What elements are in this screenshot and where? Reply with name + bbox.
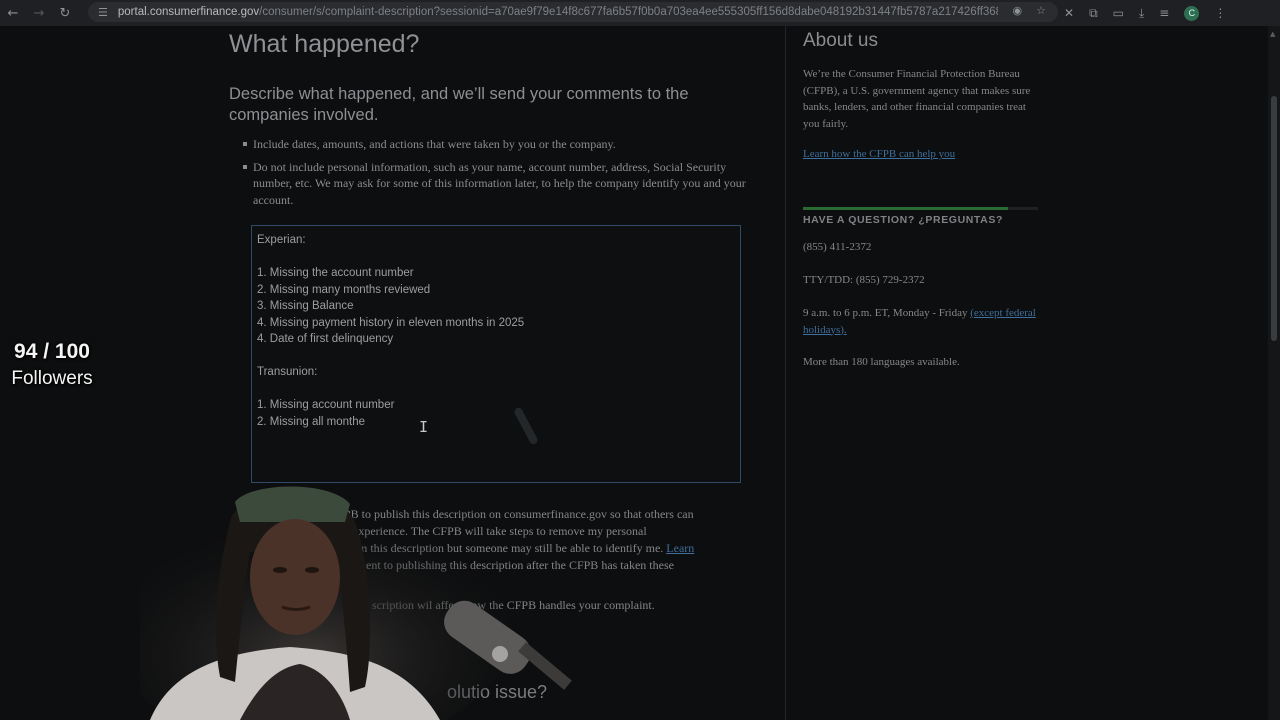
phone-number: (855) 411-2372 — [803, 241, 872, 253]
mic-arm-shape — [518, 642, 572, 690]
text-line: Transunion: — [257, 366, 318, 378]
instruction-list: Include dates, amounts, and actions that… — [243, 136, 763, 214]
page-title: What happened? — [229, 30, 420, 58]
eye-left — [273, 567, 287, 573]
address-bar[interactable]: ☰ portal.consumerfinance.gov/consumer/s/… — [88, 2, 1058, 22]
hours-label: 9 a.m. to 6 p.m. ET, Monday - Friday — [803, 307, 968, 319]
instruction-item: Include dates, amounts, and actions that… — [243, 136, 763, 153]
followers-overlay: 94 / 100 Followers — [2, 340, 102, 394]
site-settings-icon[interactable]: ☰ — [98, 6, 108, 19]
scroll-up-icon[interactable]: ▲ — [1270, 30, 1275, 38]
url-text: portal.consumerfinance.gov/consumer/s/co… — [118, 6, 998, 18]
hours-text: 9 a.m. to 6 p.m. ET, Monday - Friday (ex… — [803, 305, 1038, 338]
text-line: 4. Missing payment history in eleven mon… — [257, 316, 525, 329]
accent-bar — [803, 207, 1038, 210]
forward-icon[interactable]: → — [26, 0, 52, 26]
puzzle-icon[interactable]: ⧉ — [1089, 6, 1098, 21]
back-icon[interactable]: ← — [0, 0, 26, 26]
tty-number: TTY/TDD: (855) 729-2372 — [803, 274, 925, 286]
text-line — [257, 348, 735, 365]
cast-icon[interactable]: ▭ — [1113, 6, 1124, 20]
media-icon[interactable]: ≡ — [1159, 6, 1169, 20]
reload-icon[interactable]: ↻ — [52, 0, 78, 26]
text-line: 1. Missing account number — [257, 399, 395, 411]
text-line — [257, 249, 735, 266]
profile-avatar[interactable]: C — [1184, 5, 1200, 21]
text-line: Experian: — [257, 234, 306, 246]
question-heading: HAVE A QUESTION? ¿PREGUNTAS? — [803, 214, 1003, 226]
face-shape — [250, 519, 340, 635]
scrollbar-thumb[interactable] — [1271, 96, 1277, 341]
description-textarea[interactable]: Experian: 1. Missing the account number … — [251, 225, 741, 483]
headwrap-shape — [235, 486, 350, 522]
text-line: 2. Missing many months reviewed — [257, 283, 431, 296]
url-host: portal.consumerfinance.gov — [117, 6, 260, 18]
download-icon[interactable]: ⤓ — [1139, 6, 1144, 21]
followers-count: 94 / 100 — [14, 340, 90, 363]
learn-more-link[interactable]: Learn — [666, 541, 694, 555]
text-line: 4. Date of first delinquency — [257, 333, 394, 345]
webcam-overlay — [140, 486, 572, 720]
text-cursor-icon: I — [419, 418, 429, 436]
location-icon[interactable]: ◉ — [1013, 4, 1023, 17]
learn-cfpb-link[interactable]: Learn how the CFPB can help you — [803, 148, 955, 160]
page-scrollbar[interactable]: ▲ — [1268, 26, 1280, 720]
about-heading: About us — [803, 30, 878, 51]
star-icon[interactable]: ☆ — [1036, 4, 1046, 17]
menu-icon[interactable]: ⋮ — [1214, 6, 1226, 20]
about-text: We’re the Consumer Financial Protection … — [803, 68, 1031, 130]
extension-icon[interactable]: ✕ — [1064, 6, 1074, 20]
text-line: 3. Missing Balance — [257, 300, 354, 312]
instruction-item: Do not include personal information, suc… — [243, 159, 763, 209]
followers-label: Followers — [11, 368, 93, 389]
languages-text: More than 180 languages available. — [803, 356, 960, 368]
describe-instructions: Describe what happened, and we’ll send y… — [229, 85, 689, 124]
text-line: 2. Missing all monthe — [257, 415, 366, 428]
text-line: 1. Missing the account number — [257, 267, 414, 279]
eye-right — [305, 567, 319, 573]
mic-mount-shape — [492, 646, 508, 662]
column-divider — [785, 26, 786, 720]
url-path: /consumer/s/complaint-description?sessio… — [259, 6, 998, 18]
browser-toolbar: ← → ↻ ☰ portal.consumerfinance.gov/consu… — [0, 0, 1280, 26]
text-line — [257, 381, 735, 398]
